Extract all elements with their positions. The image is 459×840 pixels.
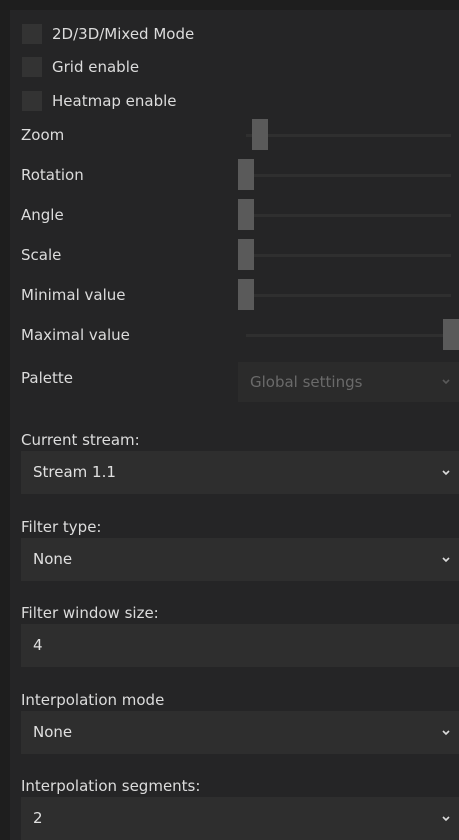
filter-window-size-label: Filter window size: [21,604,159,622]
chevron-down-icon [442,379,450,385]
angle-slider-track[interactable] [246,214,451,217]
minimal-value-slider-handle[interactable] [238,279,254,310]
interpolation-segments-dropdown[interactable]: 2 [21,797,459,840]
filter-window-size-value: 4 [33,636,43,654]
mode-checkbox-row[interactable]: 2D/3D/Mixed Mode [10,20,310,48]
palette-dropdown[interactable]: Global settings [238,362,459,402]
interpolation-mode-dropdown[interactable]: None [21,711,459,754]
maximal-value-slider-track[interactable] [246,334,451,337]
heatmap-checkbox-row[interactable]: Heatmap enable [10,87,310,115]
zoom-slider-handle[interactable] [252,119,269,150]
filter-type-value: None [33,550,73,568]
rotation-slider-handle[interactable] [238,159,254,190]
palette-label: Palette [21,369,73,387]
chevron-down-icon [442,469,450,475]
zoom-slider-track[interactable] [246,134,451,137]
maximal-value-slider-row: Maximal value [10,315,459,355]
scale-slider-track[interactable] [246,254,451,257]
mode-checkbox-label: 2D/3D/Mixed Mode [52,25,195,43]
zoom-label: Zoom [21,126,65,144]
interpolation-segments-label: Interpolation segments: [21,777,201,795]
current-stream-label: Current stream: [21,431,140,449]
filter-type-label: Filter type: [21,518,102,536]
scale-slider-row: Scale [10,235,459,275]
chevron-down-icon [442,729,450,735]
settings-panel: 2D/3D/Mixed Mode Grid enable Heatmap ena… [10,10,459,840]
current-stream-value: Stream 1.1 [33,463,116,481]
minimal-value-label: Minimal value [21,286,126,304]
minimal-value-slider-row: Minimal value [10,275,459,315]
interpolation-mode-value: None [33,723,73,741]
heatmap-checkbox[interactable] [22,91,42,111]
chevron-down-icon [442,815,450,821]
mode-checkbox[interactable] [22,24,42,44]
grid-checkbox-row[interactable]: Grid enable [10,53,310,81]
filter-type-dropdown[interactable]: None [21,538,459,581]
angle-slider-handle[interactable] [238,199,254,230]
minimal-value-slider-track[interactable] [246,294,451,297]
rotation-label: Rotation [21,166,84,184]
scale-slider-handle[interactable] [238,239,254,270]
angle-label: Angle [21,206,64,224]
zoom-slider-row: Zoom [10,115,459,155]
palette-value: Global settings [250,373,363,391]
scale-label: Scale [21,246,62,264]
interpolation-mode-label: Interpolation mode [21,691,165,709]
filter-window-size-field[interactable]: 4 [21,624,459,667]
chevron-down-icon [442,556,450,562]
palette-row: Palette Global settings [10,360,459,404]
rotation-slider-row: Rotation [10,155,459,195]
maximal-value-label: Maximal value [21,326,130,344]
grid-checkbox-label: Grid enable [52,58,140,76]
grid-checkbox[interactable] [22,57,42,77]
maximal-value-slider-handle[interactable] [443,319,459,350]
current-stream-dropdown[interactable]: Stream 1.1 [21,451,459,494]
angle-slider-row: Angle [10,195,459,235]
rotation-slider-track[interactable] [246,174,451,177]
interpolation-segments-value: 2 [33,809,43,827]
heatmap-checkbox-label: Heatmap enable [52,92,177,110]
